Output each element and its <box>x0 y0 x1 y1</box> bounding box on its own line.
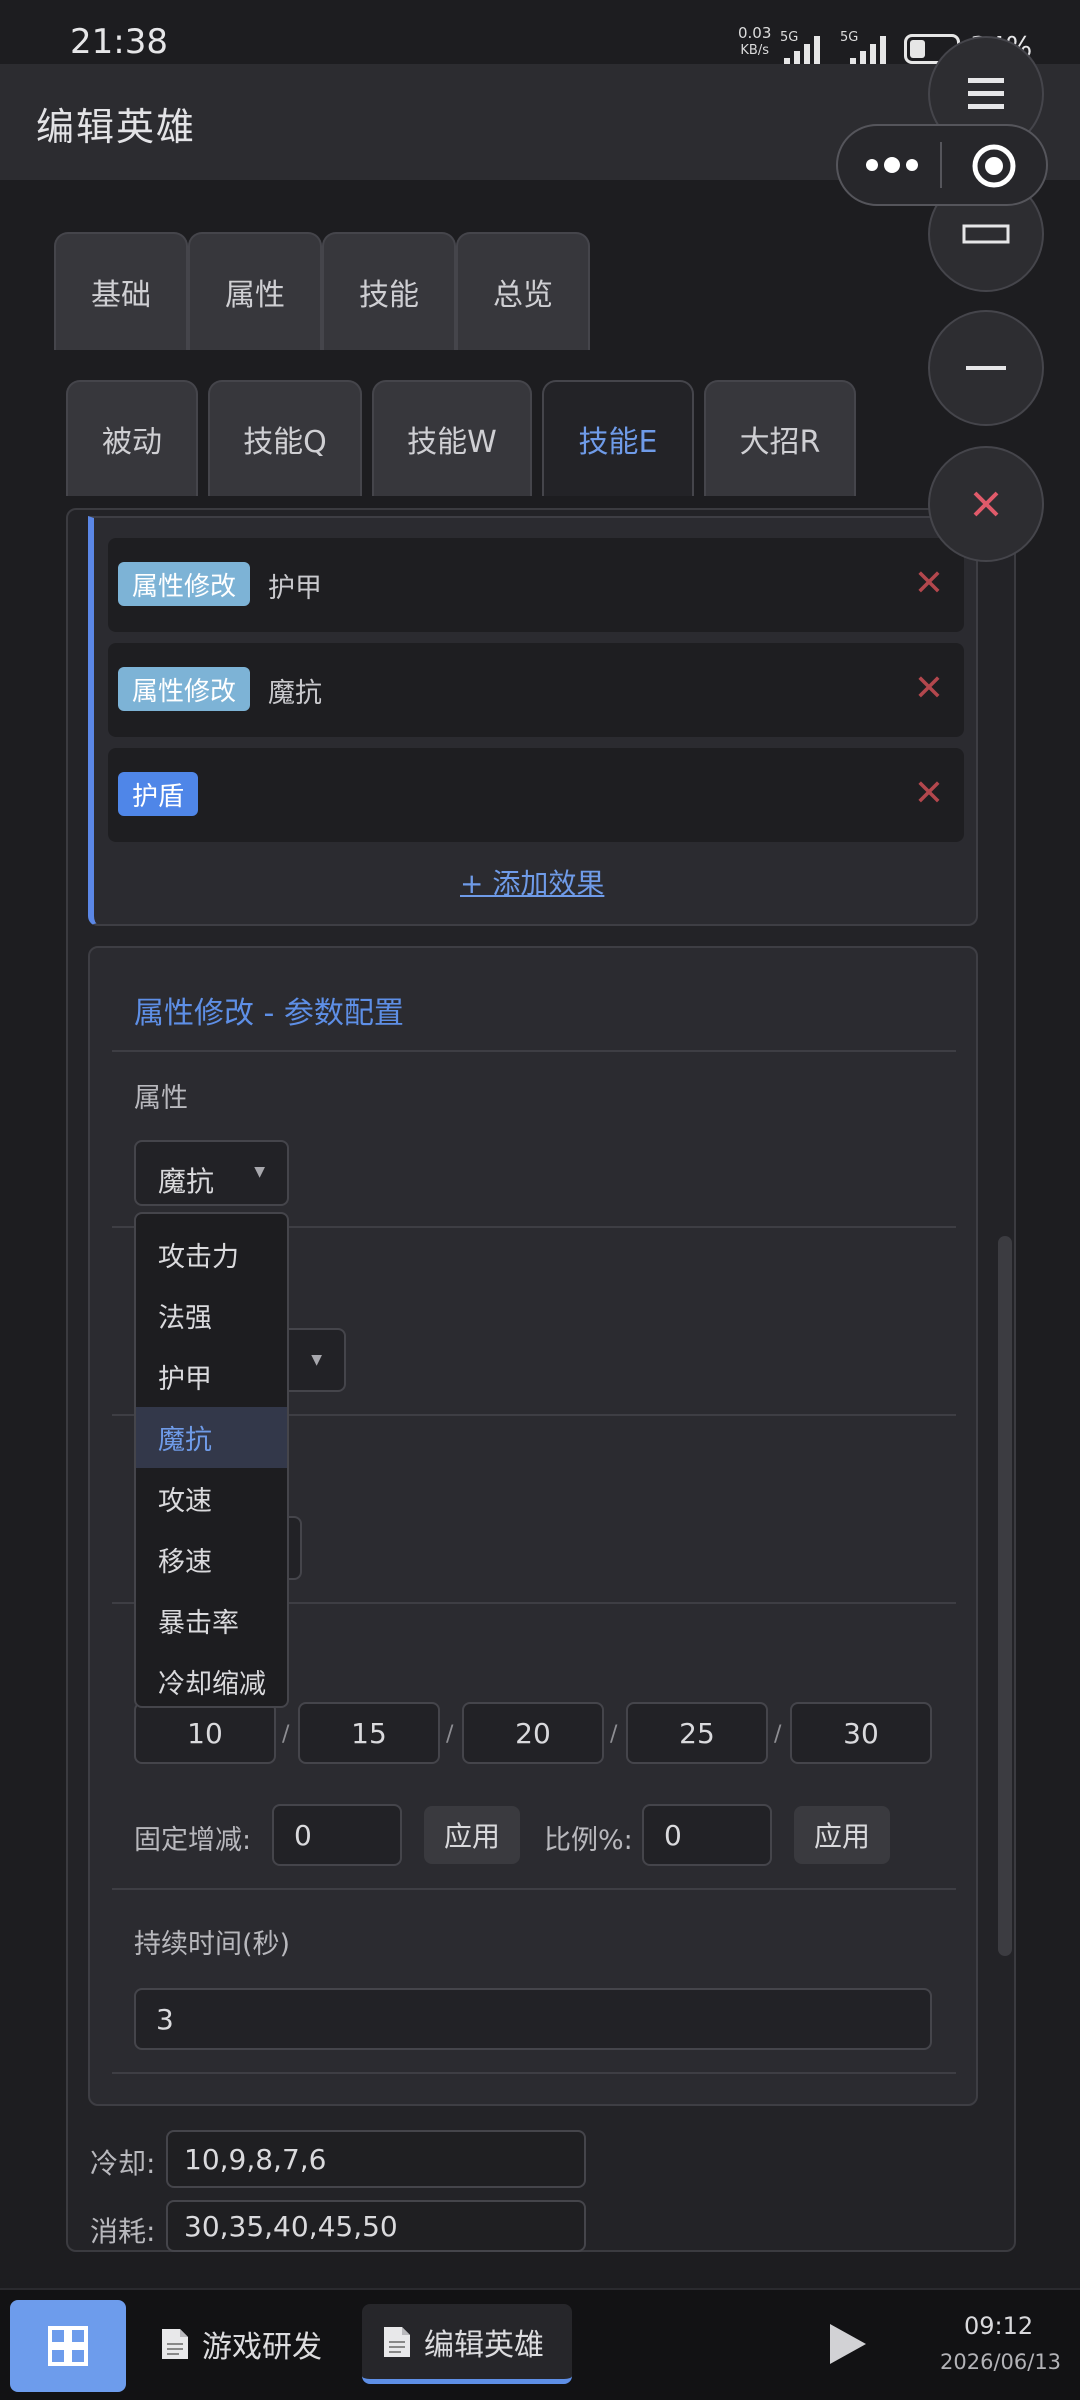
cooldown-label: 冷却: <box>90 2147 156 2180</box>
attribute-dropdown: 攻击力 法强 护甲 魔抗 攻速 移速 暴击率 冷却缩减 <box>134 1212 289 1708</box>
divider <box>112 1888 956 1890</box>
taskbar-date: 2026/06/13 <box>940 2350 1062 2374</box>
effect-row[interactable]: 属性修改 魔抗 ✕ <box>108 643 964 737</box>
effect-row[interactable]: 护盾 ✕ <box>108 748 964 842</box>
level-separator: / <box>446 1722 454 1747</box>
dropdown-option[interactable]: 移速 <box>136 1529 287 1590</box>
dropdown-option[interactable]: 护甲 <box>136 1346 287 1407</box>
tab-basic[interactable]: 基础 <box>54 232 188 350</box>
level-value-input[interactable]: 20 <box>462 1702 604 1764</box>
cooldown-input[interactable]: 10,9,8,7,6 <box>166 2130 586 2188</box>
attribute-label: 属性 <box>134 1083 188 1114</box>
tab-label: 技能E <box>578 425 658 460</box>
target-icon <box>972 144 1016 188</box>
tab-label: 技能 <box>359 278 419 313</box>
tab-label: 被动 <box>102 425 162 460</box>
tab-label: 属性 <box>225 278 285 313</box>
remove-effect-icon[interactable]: ✕ <box>914 774 944 814</box>
grid-icon <box>48 2326 88 2366</box>
cost-label: 消耗: <box>90 2215 156 2248</box>
add-effect-link[interactable]: + 添加效果 <box>460 862 604 902</box>
document-icon <box>162 2329 188 2359</box>
level-separator: / <box>774 1722 782 1747</box>
taskbar-item-edit-hero[interactable]: 编辑英雄 <box>362 2304 572 2384</box>
maximize-icon <box>962 224 1010 244</box>
effect-type-tag: 属性修改 <box>118 667 251 711</box>
level-value-input[interactable]: 25 <box>626 1702 768 1764</box>
tab-label: 总览 <box>493 278 553 313</box>
scrollbar[interactable] <box>998 1236 1012 1956</box>
effect-type-tag: 属性修改 <box>118 562 251 606</box>
exit-button[interactable] <box>970 142 1018 190</box>
tab-skill-r[interactable]: 大招R <box>704 380 856 496</box>
attribute-select[interactable]: 魔抗 ▼ <box>134 1140 289 1206</box>
fixed-delta-label: 固定增减: <box>134 1825 252 1856</box>
divider <box>112 1050 956 1052</box>
effect-name: 护甲 <box>268 573 322 604</box>
hamburger-menu-icon <box>968 78 1004 109</box>
tab-attributes[interactable]: 属性 <box>188 232 322 350</box>
tab-skills[interactable]: 技能 <box>322 232 456 350</box>
network-speed-unit: KB/s <box>740 43 769 58</box>
level-value-input[interactable]: 15 <box>298 1702 440 1764</box>
capsule-separator <box>940 142 942 188</box>
dropdown-option[interactable]: 攻击力 <box>136 1224 287 1285</box>
ratio-input[interactable]: 0 <box>642 1804 772 1866</box>
chevron-down-icon: ▼ <box>254 1164 265 1180</box>
chevron-down-icon: ▼ <box>311 1352 322 1368</box>
dropdown-option[interactable]: 冷却缩减 <box>136 1651 287 1712</box>
tab-label: 基础 <box>91 278 151 313</box>
signal-bars-1-icon <box>784 30 820 66</box>
divider <box>112 2072 956 2074</box>
fixed-delta-input[interactable]: 0 <box>272 1804 402 1866</box>
close-icon <box>973 491 999 517</box>
level-value-input[interactable]: 30 <box>790 1702 932 1764</box>
taskbar-item-label: 编辑英雄 <box>424 2327 544 2363</box>
duration-input[interactable]: 3 <box>134 1988 932 2050</box>
tab-skill-q[interactable]: 技能Q <box>208 380 362 496</box>
dropdown-option[interactable]: 暴击率 <box>136 1590 287 1651</box>
tab-label: 技能Q <box>243 425 327 460</box>
apply-ratio-button[interactable]: 应用 <box>794 1806 890 1864</box>
taskbar-item-game-dev[interactable]: 游戏研发 <box>160 2304 350 2384</box>
dropdown-option-selected[interactable]: 魔抗 <box>136 1407 287 1468</box>
more-dots-icon <box>866 157 918 173</box>
level-separator: / <box>610 1722 618 1747</box>
tab-skill-e[interactable]: 技能E <box>542 380 694 496</box>
start-button[interactable] <box>10 2300 126 2392</box>
document-icon <box>384 2326 410 2357</box>
cost-input[interactable]: 30,35,40,45,50 <box>166 2200 586 2252</box>
minimize-button[interactable] <box>928 310 1044 426</box>
duration-label: 持续时间(秒) <box>134 1929 291 1960</box>
close-button[interactable] <box>928 446 1044 562</box>
dropdown-option[interactable]: 攻速 <box>136 1468 287 1529</box>
params-title: 属性修改 - 参数配置 <box>134 996 404 1031</box>
effect-name: 魔抗 <box>268 678 322 709</box>
tab-label: 大招R <box>739 425 821 460</box>
level-separator: / <box>282 1722 290 1747</box>
effect-row[interactable]: 属性修改 护甲 ✕ <box>108 538 964 632</box>
remove-effect-icon[interactable]: ✕ <box>914 564 944 604</box>
tab-skill-w[interactable]: 技能W <box>372 380 532 496</box>
minimize-icon <box>966 366 1006 370</box>
status-time: 21:38 <box>70 22 168 62</box>
taskbar-time: 09:12 <box>964 2312 1034 2340</box>
dropdown-option[interactable]: 法强 <box>136 1285 287 1346</box>
play-icon[interactable] <box>830 2324 866 2364</box>
apply-fixed-button[interactable]: 应用 <box>424 1806 520 1864</box>
tab-label: 技能W <box>407 425 497 460</box>
tab-overview[interactable]: 总览 <box>456 232 590 350</box>
remove-effect-icon[interactable]: ✕ <box>914 669 944 709</box>
taskbar-item-label: 游戏研发 <box>202 2330 322 2365</box>
attribute-select-value: 魔抗 <box>158 1165 215 1198</box>
network-speed: 0.03 KB/s <box>738 24 771 60</box>
more-button[interactable] <box>862 148 922 182</box>
ratio-label: 比例%: <box>544 1825 633 1856</box>
page-title: 编辑英雄 <box>36 105 197 149</box>
tab-passive[interactable]: 被动 <box>66 380 198 496</box>
network-speed-value: 0.03 <box>738 24 772 42</box>
effect-type-tag: 护盾 <box>118 772 199 816</box>
signal-bars-2-icon <box>850 30 886 66</box>
